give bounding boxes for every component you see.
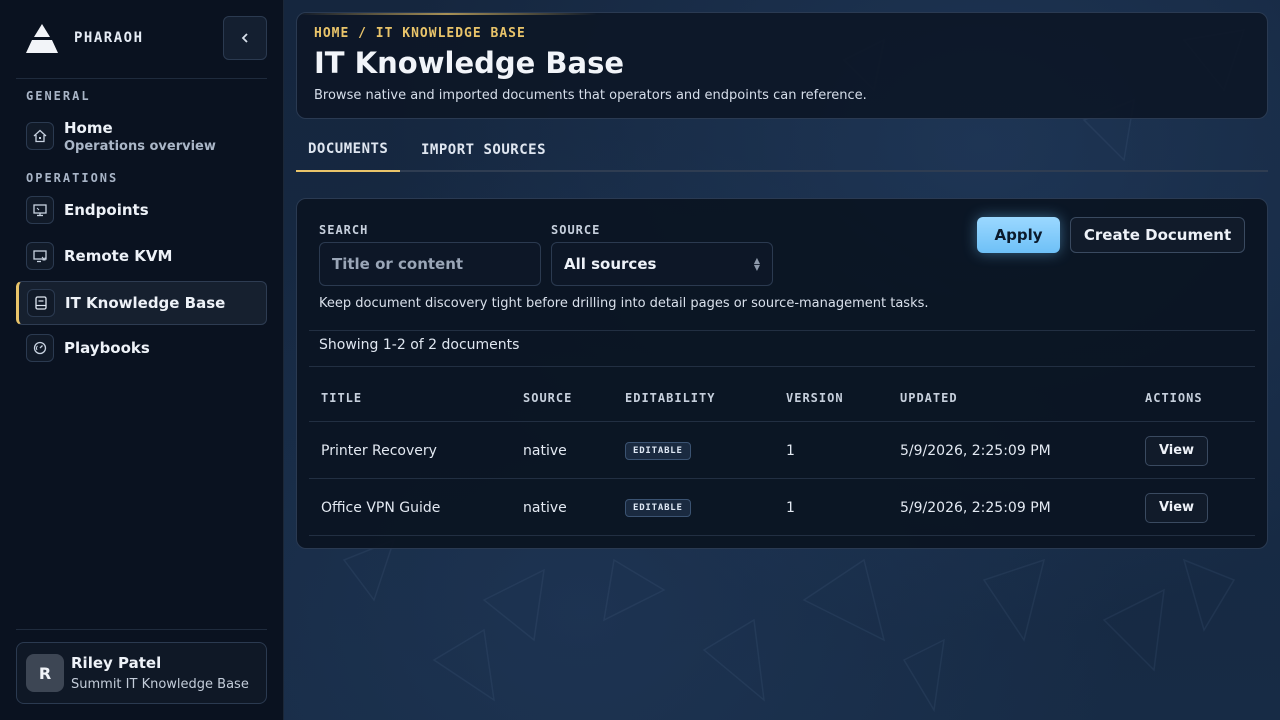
divider xyxy=(309,366,1255,367)
sidebar-item-label: Remote KVM xyxy=(64,247,173,265)
cell-version: 1 xyxy=(786,442,795,459)
select-arrows-icon: ▲ ▼ xyxy=(753,256,760,272)
table-row[interactable]: Office VPN Guide native EDITABLE 1 5/9/2… xyxy=(309,479,1255,536)
sidebar-item-playbooks[interactable]: Playbooks xyxy=(16,326,267,370)
user-name: Riley Patel xyxy=(71,654,162,672)
sidebar-divider xyxy=(16,78,267,79)
breadcrumb[interactable]: HOME / IT KNOWLEDGE BASE xyxy=(314,26,526,41)
page-title: IT Knowledge Base xyxy=(314,46,624,80)
search-input[interactable] xyxy=(319,242,541,286)
search-label: SEARCH xyxy=(319,223,369,237)
status-badge: EDITABLE xyxy=(625,441,691,460)
chevron-left-icon xyxy=(241,33,248,43)
status-badge: EDITABLE xyxy=(625,498,691,517)
source-select-value: All sources xyxy=(564,255,657,273)
cell-title: Office VPN Guide xyxy=(321,499,441,516)
tab-documents[interactable]: DOCUMENTS xyxy=(296,128,401,172)
cell-actions: View xyxy=(1145,422,1208,479)
avatar: R xyxy=(26,654,64,692)
column-header-updated[interactable]: UPDATED xyxy=(900,391,958,405)
user-card[interactable]: R Riley Patel Summit IT Knowledge Base xyxy=(16,642,267,704)
table-row[interactable]: Printer Recovery native EDITABLE 1 5/9/2… xyxy=(309,422,1255,479)
cell-updated: 5/9/2026, 2:25:09 PM xyxy=(900,499,1051,516)
sidebar-item-remote-kvm[interactable]: Remote KVM xyxy=(16,234,267,278)
monitor-icon xyxy=(26,196,54,224)
source-select[interactable]: All sources ▲ ▼ xyxy=(551,242,773,286)
sidebar-item-label: Endpoints xyxy=(64,201,149,219)
sidebar-divider xyxy=(16,629,267,630)
filter-hint: Keep document discovery tight before dri… xyxy=(319,296,929,311)
brand[interactable]: PHARAOH xyxy=(24,22,144,54)
divider xyxy=(309,330,1255,331)
home-icon xyxy=(26,122,54,150)
documents-panel: SEARCH SOURCE All sources ▲▼ Apply Creat… xyxy=(296,198,1268,549)
sidebar-item-endpoints[interactable]: Endpoints xyxy=(16,188,267,232)
column-header-title[interactable]: TITLE xyxy=(321,391,362,405)
brand-name: PHARAOH xyxy=(74,30,144,46)
sidebar-item-label: IT Knowledge Base xyxy=(65,294,226,312)
view-button[interactable]: View xyxy=(1145,492,1208,523)
apply-button[interactable]: Apply xyxy=(977,217,1060,253)
user-org: Summit IT Knowledge Base xyxy=(71,677,249,692)
source-label: SOURCE xyxy=(551,223,601,237)
cell-editability: EDITABLE xyxy=(625,422,691,479)
column-header-editability[interactable]: EDITABILITY xyxy=(625,391,715,405)
page-header: HOME / IT KNOWLEDGE BASE IT Knowledge Ba… xyxy=(296,12,1268,119)
cell-title: Printer Recovery xyxy=(321,442,437,459)
sidebar-item-label: Playbooks xyxy=(64,339,150,357)
sidebar: PHARAOH GENERAL Home Operations overview… xyxy=(0,0,284,720)
pyramid-logo-icon xyxy=(26,24,58,53)
sidebar-item-it-knowledge-base[interactable]: IT Knowledge Base xyxy=(16,281,267,325)
tab-import-sources[interactable]: IMPORT SOURCES xyxy=(409,128,558,172)
tab-bar: DOCUMENTS IMPORT SOURCES xyxy=(296,128,1268,172)
results-count: Showing 1-2 of 2 documents xyxy=(319,337,520,353)
section-label-operations: OPERATIONS xyxy=(26,171,119,185)
column-header-actions: ACTIONS xyxy=(1145,391,1203,405)
view-button[interactable]: View xyxy=(1145,435,1208,466)
gauge-icon xyxy=(26,334,54,362)
column-header-source[interactable]: SOURCE xyxy=(523,391,572,405)
sidebar-item-label: Home xyxy=(64,118,113,137)
cell-source: native xyxy=(523,499,567,516)
page-description: Browse native and imported documents tha… xyxy=(314,88,867,103)
section-label-general: GENERAL xyxy=(26,89,91,103)
book-icon xyxy=(27,289,55,317)
cell-version: 1 xyxy=(786,499,795,516)
collapse-sidebar-button[interactable] xyxy=(223,16,267,60)
cell-actions: View xyxy=(1145,479,1208,536)
remote-screen-icon xyxy=(26,242,54,270)
column-header-version[interactable]: VERSION xyxy=(786,391,844,405)
create-document-button[interactable]: Create Document xyxy=(1070,217,1245,253)
sidebar-item-home[interactable]: Home Operations overview xyxy=(16,114,267,158)
cell-source: native xyxy=(523,442,567,459)
cell-editability: EDITABLE xyxy=(625,479,691,536)
sidebar-item-sublabel: Operations overview xyxy=(64,138,216,154)
cell-updated: 5/9/2026, 2:25:09 PM xyxy=(900,442,1051,459)
